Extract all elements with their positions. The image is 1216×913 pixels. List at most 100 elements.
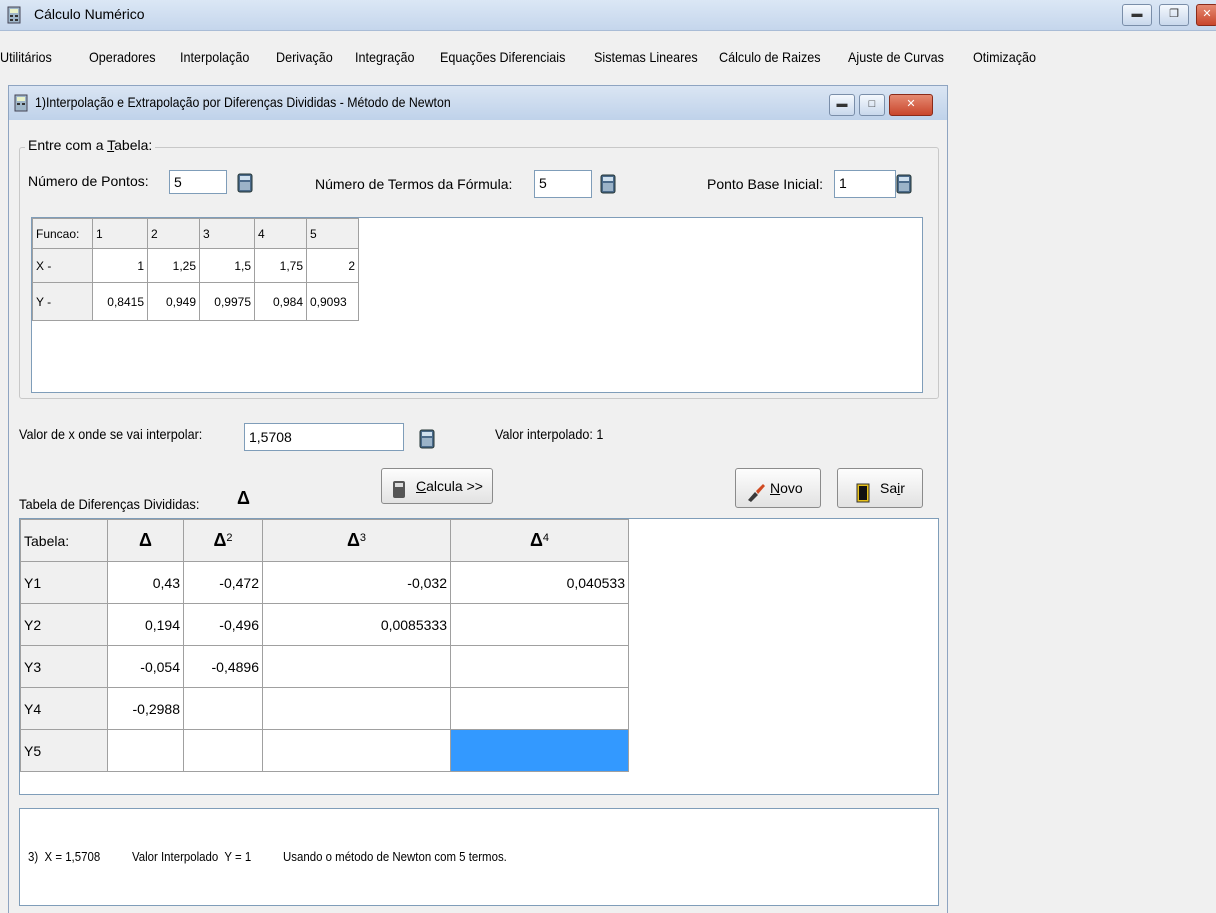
grid-cell[interactable]: 0,949 — [147, 282, 200, 321]
diff-cell[interactable] — [107, 729, 184, 772]
close-icon: ✕ — [906, 98, 916, 110]
diff-cell[interactable]: 0,0085333 — [262, 603, 451, 646]
calcula-button[interactable]: Calcula >> — [381, 468, 493, 504]
grid-header-cell: 5 — [306, 218, 359, 249]
newton-window: 1)Interpolação e Extrapolação por Difere… — [8, 85, 948, 913]
x-interp-input[interactable]: 1,5708 — [244, 423, 404, 451]
output-memo[interactable]: 3) X = 1,5708 Valor Interpolado Y = 1 Us… — [19, 808, 939, 906]
grid-cell[interactable]: 1,75 — [254, 248, 307, 283]
window-title-bar: 1)Interpolação e Extrapolação por Difere… — [9, 86, 947, 120]
num-termos-label: Número de Termos da Fórmula: — [315, 176, 513, 192]
app-title: Cálculo Numérico — [34, 6, 145, 22]
grid-cell[interactable]: 0,9093 — [306, 282, 359, 321]
close-button[interactable]: ✕ — [1196, 4, 1216, 26]
diff-cell[interactable] — [183, 729, 263, 772]
grid-cell[interactable]: 0,8415 — [92, 282, 148, 321]
ponto-base-input[interactable]: 1 — [834, 170, 896, 198]
ponto-base-label: Ponto Base Inicial: — [707, 176, 823, 192]
grid-cell[interactable]: 0,984 — [254, 282, 307, 321]
minimize-icon: ▬ — [836, 98, 848, 110]
grid-cell[interactable]: 1,5 — [199, 248, 255, 283]
diff-cell[interactable] — [262, 687, 451, 730]
menu-derivacao[interactable]: Derivação — [276, 49, 333, 65]
close-icon: ✕ — [1202, 8, 1212, 20]
brush-icon — [746, 479, 766, 517]
diff-cell-selected[interactable] — [450, 729, 629, 772]
grid-cell[interactable]: 1,25 — [147, 248, 200, 283]
grid-header-cell: 2 — [147, 218, 200, 249]
group-legend: Entre com a Tabela: — [25, 137, 156, 153]
diff-header-cell: Tabela: — [20, 519, 108, 562]
diff-cell[interactable]: 0,040533 — [450, 561, 629, 604]
menu-integracao[interactable]: Integração — [355, 49, 415, 65]
diff-cell[interactable] — [450, 645, 629, 688]
menu-equacoes-diferenciais[interactable]: Equações Diferenciais — [440, 49, 565, 65]
diff-row: Y2 0,194 -0,496 0,0085333 — [20, 603, 629, 646]
legend-rest: abela: — [114, 137, 153, 153]
data-grid[interactable]: Funcao: 1 2 3 4 5 X - 1 1,25 1,5 1,75 2 … — [31, 217, 923, 393]
diff-cell[interactable] — [262, 729, 451, 772]
restore-button[interactable]: ❐ — [1159, 4, 1189, 26]
num-pontos-input[interactable]: 5 — [169, 170, 227, 194]
menu-interpolacao[interactable]: Interpolação — [180, 49, 249, 65]
calcula-label: alcula >> — [426, 478, 483, 494]
diff-row: Y4 -0,2988 — [20, 687, 629, 730]
child-close-button[interactable]: ✕ — [889, 94, 933, 116]
menu-bar: Utilitários Operadores Interpolação Deri… — [0, 49, 1216, 75]
delta-power: 4 — [542, 532, 550, 544]
diff-cell[interactable]: 0,194 — [107, 603, 184, 646]
diff-cell[interactable]: -0,4896 — [183, 645, 263, 688]
door-exit-icon — [856, 479, 872, 517]
diff-cell[interactable] — [450, 603, 629, 646]
x-interp-label: Valor de x onde se vai interpolar: — [19, 426, 203, 442]
diff-header-cell: Δ — [107, 519, 184, 562]
num-termos-input[interactable]: 5 — [534, 170, 592, 198]
novo-button[interactable]: Novo — [735, 468, 821, 508]
diff-grid[interactable]: Tabela: Δ Δ2 Δ3 Δ4 Y1 0,43 -0,472 -0,032… — [19, 518, 939, 795]
num-pontos-calculator-icon[interactable] — [235, 173, 255, 193]
diff-row-label: Y1 — [20, 561, 108, 604]
sair-button[interactable]: Sair — [837, 468, 923, 508]
grid-cell[interactable]: 1 — [92, 248, 148, 283]
diff-cell[interactable] — [450, 687, 629, 730]
legend-prefix: Entre com a — [28, 137, 108, 153]
sair-post: r — [900, 480, 905, 496]
child-maximize-button[interactable]: □ — [859, 94, 885, 116]
window-icon — [13, 94, 31, 112]
menu-utilitarios[interactable]: Utilitários — [0, 49, 52, 65]
diff-cell[interactable]: 0,43 — [107, 561, 184, 604]
delta-icon: Δ — [237, 488, 250, 508]
diff-cell[interactable]: -0,2988 — [107, 687, 184, 730]
app-icon — [6, 6, 24, 24]
diff-cell[interactable] — [262, 645, 451, 688]
diff-header-cell: Δ3 — [262, 519, 451, 562]
num-termos-calculator-icon[interactable] — [598, 174, 618, 194]
grid-row-x: X - 1 1,25 1,5 1,75 2 — [32, 248, 359, 283]
delta-power: 3 — [359, 532, 367, 544]
menu-otimizacao[interactable]: Otimização — [973, 49, 1036, 65]
diff-cell[interactable]: -0,472 — [183, 561, 263, 604]
menu-calculo-raizes[interactable]: Cálculo de Raizes — [719, 49, 821, 65]
window-title: 1)Interpolação e Extrapolação por Difere… — [35, 94, 451, 110]
minimize-icon: ▬ — [1131, 8, 1143, 20]
menu-ajuste-curvas[interactable]: Ajuste de Curvas — [848, 49, 944, 65]
grid-cell[interactable]: 2 — [306, 248, 359, 283]
grid-header-cell: 3 — [199, 218, 255, 249]
minimize-button[interactable]: ▬ — [1122, 4, 1152, 26]
ponto-base-calculator-icon[interactable] — [894, 174, 914, 194]
diff-cell[interactable]: -0,032 — [262, 561, 451, 604]
menu-operadores[interactable]: Operadores — [89, 49, 156, 65]
menu-sistemas-lineares[interactable]: Sistemas Lineares — [594, 49, 698, 65]
data-grid-table: Funcao: 1 2 3 4 5 X - 1 1,25 1,5 1,75 2 … — [32, 218, 359, 321]
diff-header-cell: Δ2 — [183, 519, 263, 562]
num-pontos-label: Número de Pontos: — [28, 173, 149, 189]
diff-row: Y3 -0,054 -0,4896 — [20, 645, 629, 688]
app-title-bar: Cálculo Numérico ▬ ❐ ✕ — [0, 0, 1216, 31]
child-minimize-button[interactable]: ▬ — [829, 94, 855, 116]
delta-icon: Δ — [139, 530, 152, 550]
x-interp-calculator-icon[interactable] — [417, 429, 437, 449]
diff-cell[interactable]: -0,496 — [183, 603, 263, 646]
grid-cell[interactable]: 0,9975 — [199, 282, 255, 321]
diff-cell[interactable] — [183, 687, 263, 730]
diff-cell[interactable]: -0,054 — [107, 645, 184, 688]
